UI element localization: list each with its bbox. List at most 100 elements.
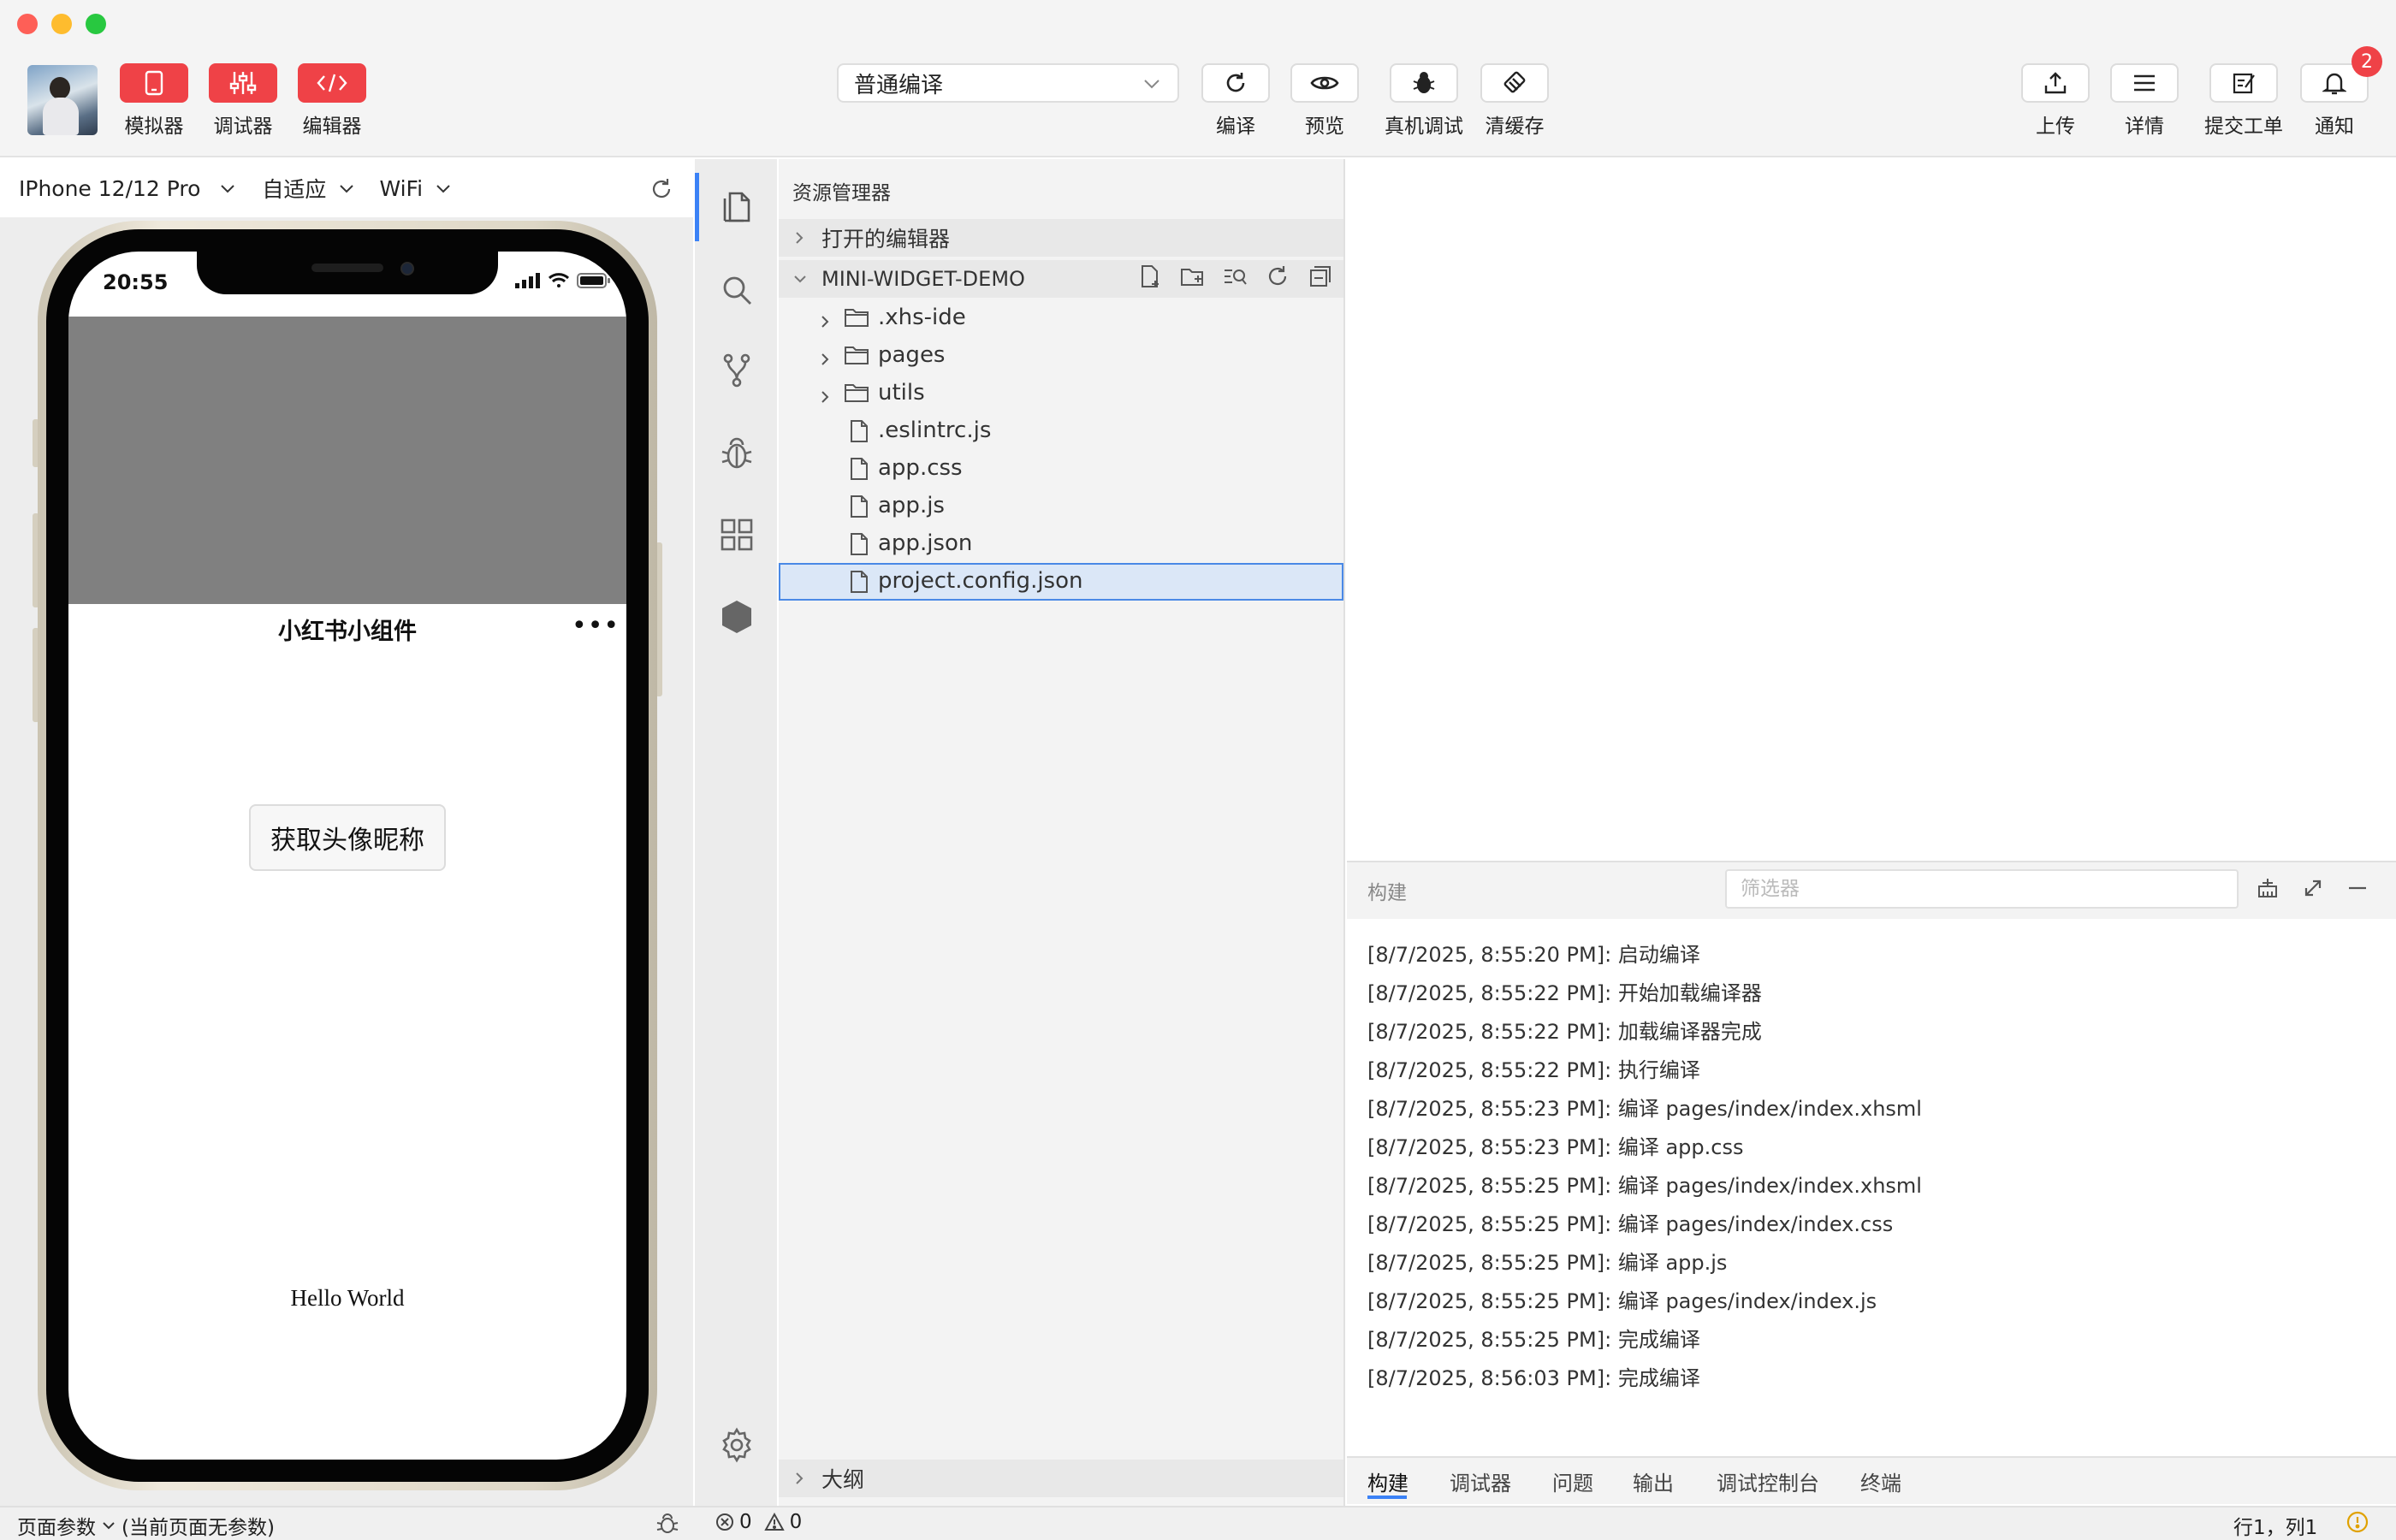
device-value: IPhone 12/12 Pro (19, 175, 201, 201)
preview-button[interactable]: 预览 (1290, 63, 1359, 139)
submit-ticket-label: 提交工单 (2204, 116, 2283, 138)
debugger-toggle-button[interactable]: 调试器 (209, 63, 277, 139)
active-tab-indicator (1367, 1496, 1407, 1499)
tree-file-app-js[interactable]: app.js (779, 488, 1343, 525)
device-select[interactable]: IPhone 12/12 Pro (19, 176, 236, 201)
editor-area[interactable] (1347, 159, 2396, 859)
minimize-panel-icon[interactable] (2346, 877, 2369, 899)
maximize-window-button[interactable] (86, 14, 106, 34)
explorer-actions (1138, 264, 1333, 289)
chevron-right-icon (818, 310, 832, 335)
editor-toggle-button[interactable]: 编辑器 (298, 63, 366, 139)
signal-icon (515, 273, 540, 288)
submit-ticket-button[interactable]: 提交工单 (2204, 63, 2283, 139)
get-avatar-nickname-button[interactable]: 获取头像昵称 (249, 804, 446, 871)
files-icon[interactable] (717, 187, 756, 226)
log-line: [8/7/2025, 8:56:03 PM]: 完成编译 (1367, 1366, 1700, 1390)
clear-console-icon[interactable] (2256, 876, 2280, 900)
settings-gear-icon[interactable] (717, 1425, 756, 1465)
tree-file-project-config[interactable]: project.config.json (779, 563, 1343, 601)
tree-file-app-json[interactable]: app.json (779, 525, 1343, 563)
file-name: app.js (878, 493, 945, 518)
details-button[interactable]: 详情 (2110, 63, 2179, 139)
clear-cache-label: 清缓存 (1485, 116, 1545, 138)
log-line: [8/7/2025, 8:55:25 PM]: 编译 pages/index/i… (1367, 1174, 1922, 1198)
simulator-label: 模拟器 (124, 116, 184, 138)
console-filter-input[interactable] (1725, 869, 2239, 909)
file-icon (849, 570, 869, 600)
outline-section[interactable]: 大纲 (779, 1460, 1343, 1497)
close-window-button[interactable] (17, 14, 38, 34)
edit-note-icon (2209, 63, 2278, 103)
tab-problems[interactable]: 问题 (1552, 1466, 1593, 1496)
debug-icon[interactable] (717, 433, 756, 472)
notification-badge: 2 (2352, 46, 2382, 77)
error-icon (716, 1513, 733, 1531)
file-name: project.config.json (878, 568, 1083, 594)
simulator-debug-icon[interactable] (655, 1511, 679, 1535)
details-label: 详情 (2125, 116, 2164, 138)
chevron-right-icon (818, 347, 832, 373)
upload-icon (2021, 63, 2090, 103)
tree-file-app-css[interactable]: app.css (779, 450, 1343, 488)
refresh-explorer-icon[interactable] (1265, 264, 1290, 289)
tab-output[interactable]: 输出 (1633, 1466, 1674, 1496)
minimize-window-button[interactable] (51, 14, 72, 34)
tab-debug-console[interactable]: 调试控制台 (1717, 1466, 1819, 1496)
device-debug-button[interactable]: 真机调试 (1385, 63, 1463, 139)
compile-button[interactable]: 编译 (1201, 63, 1270, 139)
tree-folder-utils[interactable]: utils (779, 375, 1343, 412)
chevron-down-icon (340, 185, 354, 193)
chevron-down-icon (1142, 74, 1162, 100)
compile-mode-select[interactable]: 普通编译 (837, 63, 1179, 103)
simulator-refresh-icon[interactable] (649, 176, 674, 205)
find-in-files-icon[interactable] (1222, 264, 1248, 289)
battery-icon (577, 273, 610, 288)
problems-summary[interactable]: 0 0 (715, 1511, 802, 1533)
scale-select[interactable]: 自适应 (262, 173, 355, 204)
tab-debugger[interactable]: 调试器 (1450, 1466, 1511, 1496)
chevron-down-icon (103, 1522, 115, 1530)
file-name: app.css (878, 455, 963, 481)
folder-icon (844, 382, 869, 410)
tree-folder-pages[interactable]: pages (779, 337, 1343, 375)
debugger-label: 调试器 (213, 116, 273, 138)
file-icon (849, 532, 869, 562)
tab-build[interactable]: 构建 (1367, 1466, 1409, 1496)
log-line: [8/7/2025, 8:55:22 PM]: 加载编译器完成 (1367, 1020, 1762, 1044)
new-file-icon[interactable] (1138, 264, 1162, 289)
new-folder-icon[interactable] (1179, 264, 1205, 289)
console-title: 构建 (1367, 882, 1407, 904)
expand-icon[interactable] (2302, 877, 2324, 899)
source-control-icon[interactable] (717, 351, 756, 390)
phone-camera (400, 262, 414, 275)
user-avatar[interactable] (27, 65, 98, 135)
folder-icon (844, 306, 869, 335)
more-menu-button[interactable]: ••• (572, 613, 620, 639)
log-line: [8/7/2025, 8:55:25 PM]: 编译 app.js (1367, 1251, 1728, 1275)
page-params-toggle[interactable]: 页面参数 (当前页面无参数) (17, 1511, 275, 1540)
search-icon[interactable] (717, 270, 756, 310)
extensions-icon[interactable] (717, 515, 756, 554)
alert-icon[interactable] (2346, 1511, 2369, 1533)
cursor-position[interactable]: 行1，列1 (2233, 1511, 2317, 1540)
tree-file-eslintrc[interactable]: .eslintrc.js (779, 412, 1343, 450)
page-params-note: (当前页面无参数) (122, 1517, 275, 1539)
folder-icon (844, 344, 869, 372)
network-select[interactable]: WiFi (379, 176, 452, 201)
sliders-icon (209, 63, 277, 103)
file-icon (849, 457, 869, 487)
log-line: [8/7/2025, 8:55:25 PM]: 编译 pages/index/i… (1367, 1289, 1877, 1313)
upload-button[interactable]: 上传 (2021, 63, 2090, 139)
open-editors-section[interactable]: 打开的编辑器 (779, 219, 1343, 257)
plugin-hexagon-icon[interactable] (717, 597, 756, 637)
simulator-toggle-button[interactable]: 模拟器 (120, 63, 188, 139)
file-name: .eslintrc.js (878, 418, 992, 443)
tree-folder-xhs-ide[interactable]: .xhs-ide (779, 299, 1343, 337)
tab-terminal[interactable]: 终端 (1860, 1466, 1901, 1496)
collapse-all-icon[interactable] (1308, 264, 1333, 289)
error-count: 0 (739, 1511, 752, 1533)
folder-name: utils (878, 380, 925, 406)
clear-cache-button[interactable]: 清缓存 (1480, 63, 1549, 139)
folder-name: .xhs-ide (878, 305, 966, 330)
